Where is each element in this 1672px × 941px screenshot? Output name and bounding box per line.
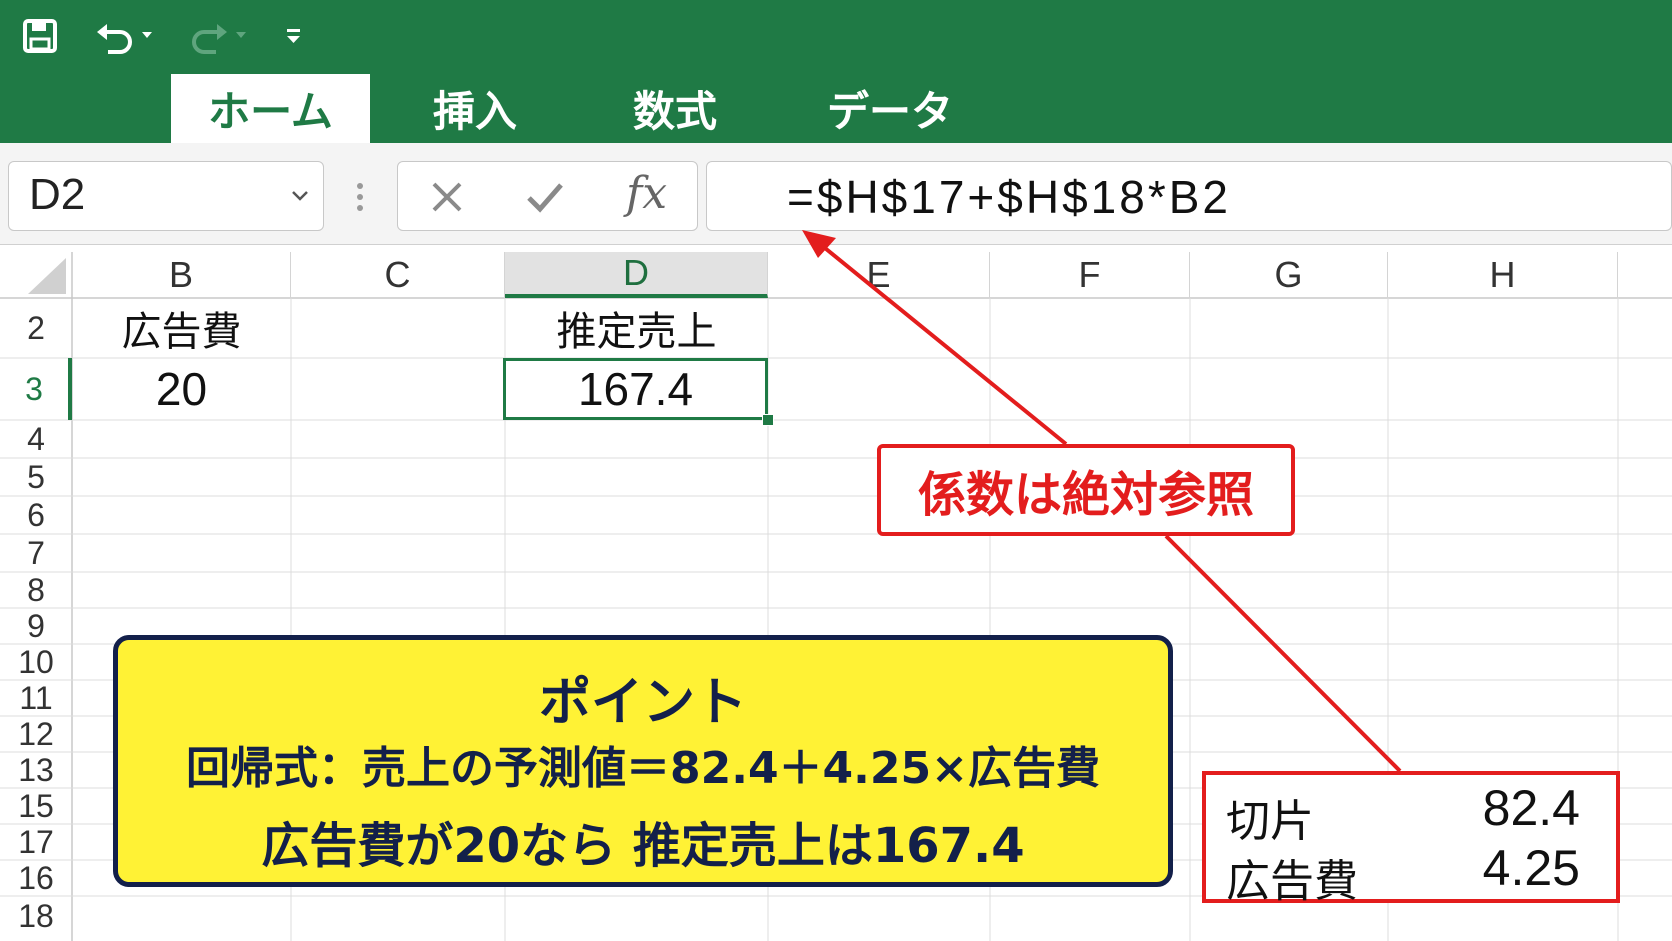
slope-label: 広告費	[1226, 856, 1358, 907]
prediction-summary: 広告費が20なら 推定売上は167.4	[261, 818, 1025, 874]
slope-value: 4.25	[1482, 840, 1580, 896]
point-title: ポイント	[538, 673, 747, 733]
point-box: ポイント 回帰式：売上の予測値＝82.4＋4.25×広告費 広告費が20なら 推…	[113, 635, 1173, 887]
coefficient-table: 切片 82.4 広告費 4.25	[1202, 771, 1620, 907]
regression-formula: 回帰式：売上の予測値＝82.4＋4.25×広告費	[186, 743, 1100, 794]
intercept-value: 82.4	[1482, 780, 1580, 836]
absolute-reference-callout: 係数は絶対参照	[877, 444, 1295, 536]
intercept-label: 切片	[1226, 796, 1314, 847]
